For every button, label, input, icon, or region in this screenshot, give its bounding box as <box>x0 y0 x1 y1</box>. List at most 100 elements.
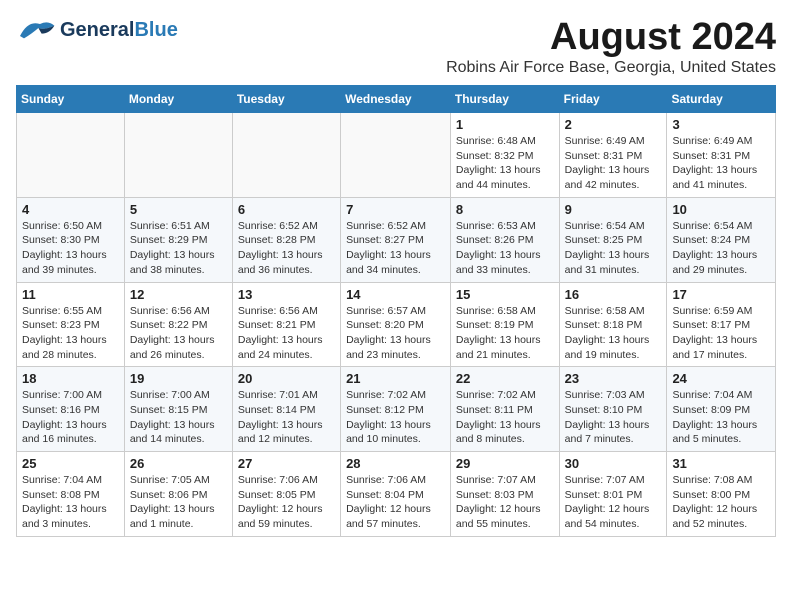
calendar-cell: 26 Sunrise: 7:05 AM Sunset: 8:06 PM Dayli… <box>124 452 232 537</box>
day-info: Sunrise: 6:50 AM Sunset: 8:30 PM Dayligh… <box>22 219 119 278</box>
day-number: 3 <box>672 117 770 132</box>
weekday-wednesday: Wednesday <box>341 86 451 113</box>
calendar-cell: 28Sunrise: 7:06 AM Sunset: 8:04 PM Dayli… <box>341 452 451 537</box>
weekday-friday: Friday <box>559 86 667 113</box>
day-number: 19 <box>130 371 227 386</box>
calendar-cell <box>341 113 451 198</box>
calendar-cell: 21Sunrise: 7:02 AM Sunset: 8:12 PM Dayli… <box>341 367 451 452</box>
day-info: Sunrise: 6:52 AM Sunset: 8:27 PM Dayligh… <box>346 219 445 278</box>
day-number: 11 <box>22 287 119 302</box>
day-info: Sunrise: 6:54 AM Sunset: 8:25 PM Dayligh… <box>565 219 662 278</box>
day-number: 7 <box>346 202 445 217</box>
week-row-2: 4Sunrise: 6:50 AM Sunset: 8:30 PM Daylig… <box>17 197 776 282</box>
logo-blue: Blue <box>134 19 177 42</box>
calendar-cell: 24 Sunrise: 7:04 AM Sunset: 8:09 PM Dayli… <box>667 367 776 452</box>
day-info: Sunrise: 6:57 AM Sunset: 8:20 PM Dayligh… <box>346 304 445 363</box>
weekday-header-row: SundayMondayTuesdayWednesdayThursdayFrid… <box>17 86 776 113</box>
calendar-cell: 11 Sunrise: 6:55 AM Sunset: 8:23 PM Dayli… <box>17 282 125 367</box>
day-info: Sunrise: 6:56 AM Sunset: 8:22 PM Dayligh… <box>130 304 227 363</box>
calendar-cell: 31 Sunrise: 7:08 AM Sunset: 8:00 PM Dayli… <box>667 452 776 537</box>
day-number: 10 <box>672 202 770 217</box>
day-info: Sunrise: 7:08 AM Sunset: 8:00 PM Dayligh… <box>672 473 770 532</box>
day-info: Sunrise: 6:58 AM Sunset: 8:19 PM Dayligh… <box>456 304 554 363</box>
calendar-cell: 20 Sunrise: 7:01 AM Sunset: 8:14 PM Dayli… <box>232 367 340 452</box>
day-number: 15 <box>456 287 554 302</box>
weekday-monday: Monday <box>124 86 232 113</box>
calendar-cell: 4Sunrise: 6:50 AM Sunset: 8:30 PM Daylig… <box>17 197 125 282</box>
day-number: 29 <box>456 456 554 471</box>
title-section: August 2024 Robins Air Force Base, Georg… <box>446 16 776 77</box>
calendar-cell: 22Sunrise: 7:02 AM Sunset: 8:11 PM Dayli… <box>450 367 559 452</box>
logo-icon <box>16 16 56 44</box>
day-info: Sunrise: 7:02 AM Sunset: 8:12 PM Dayligh… <box>346 388 445 447</box>
logo-general: General <box>60 19 134 42</box>
calendar-cell: 9 Sunrise: 6:54 AM Sunset: 8:25 PM Daylig… <box>559 197 667 282</box>
day-number: 17 <box>672 287 770 302</box>
page-header: General Blue August 2024 Robins Air Forc… <box>16 16 776 77</box>
day-number: 30 <box>565 456 662 471</box>
day-info: Sunrise: 7:06 AM Sunset: 8:04 PM Dayligh… <box>346 473 445 532</box>
weekday-saturday: Saturday <box>667 86 776 113</box>
calendar-cell: 8Sunrise: 6:53 AM Sunset: 8:26 PM Daylig… <box>450 197 559 282</box>
day-info: Sunrise: 7:07 AM Sunset: 8:03 PM Dayligh… <box>456 473 554 532</box>
calendar-cell: 29 Sunrise: 7:07 AM Sunset: 8:03 PM Dayli… <box>450 452 559 537</box>
day-info: Sunrise: 7:01 AM Sunset: 8:14 PM Dayligh… <box>238 388 335 447</box>
calendar-cell: 30 Sunrise: 7:07 AM Sunset: 8:01 PM Dayli… <box>559 452 667 537</box>
day-number: 9 <box>565 202 662 217</box>
day-info: Sunrise: 6:52 AM Sunset: 8:28 PM Dayligh… <box>238 219 335 278</box>
calendar-cell: 10 Sunrise: 6:54 AM Sunset: 8:24 PM Dayli… <box>667 197 776 282</box>
day-number: 2 <box>565 117 662 132</box>
day-info: Sunrise: 6:58 AM Sunset: 8:18 PM Dayligh… <box>565 304 662 363</box>
calendar-body: 1 Sunrise: 6:48 AM Sunset: 8:32 PM Daylig… <box>17 113 776 537</box>
day-number: 23 <box>565 371 662 386</box>
calendar-cell <box>232 113 340 198</box>
calendar-cell: 19 Sunrise: 7:00 AM Sunset: 8:15 PM Dayli… <box>124 367 232 452</box>
day-number: 6 <box>238 202 335 217</box>
week-row-4: 18Sunrise: 7:00 AM Sunset: 8:16 PM Dayli… <box>17 367 776 452</box>
day-info: Sunrise: 6:55 AM Sunset: 8:23 PM Dayligh… <box>22 304 119 363</box>
day-info: Sunrise: 6:56 AM Sunset: 8:21 PM Dayligh… <box>238 304 335 363</box>
calendar-cell: 17 Sunrise: 6:59 AM Sunset: 8:17 PM Dayli… <box>667 282 776 367</box>
day-info: Sunrise: 7:04 AM Sunset: 8:09 PM Dayligh… <box>672 388 770 447</box>
week-row-3: 11 Sunrise: 6:55 AM Sunset: 8:23 PM Dayli… <box>17 282 776 367</box>
day-info: Sunrise: 6:53 AM Sunset: 8:26 PM Dayligh… <box>456 219 554 278</box>
calendar-cell <box>17 113 125 198</box>
day-info: Sunrise: 6:49 AM Sunset: 8:31 PM Dayligh… <box>565 134 662 193</box>
day-info: Sunrise: 6:59 AM Sunset: 8:17 PM Dayligh… <box>672 304 770 363</box>
day-info: Sunrise: 6:48 AM Sunset: 8:32 PM Dayligh… <box>456 134 554 193</box>
day-info: Sunrise: 7:04 AM Sunset: 8:08 PM Dayligh… <box>22 473 119 532</box>
calendar-table: SundayMondayTuesdayWednesdayThursdayFrid… <box>16 85 776 537</box>
calendar-cell: 16 Sunrise: 6:58 AM Sunset: 8:18 PM Dayli… <box>559 282 667 367</box>
day-number: 31 <box>672 456 770 471</box>
calendar-cell: 15 Sunrise: 6:58 AM Sunset: 8:19 PM Dayli… <box>450 282 559 367</box>
day-number: 12 <box>130 287 227 302</box>
calendar-cell: 25 Sunrise: 7:04 AM Sunset: 8:08 PM Dayli… <box>17 452 125 537</box>
day-number: 24 <box>672 371 770 386</box>
day-info: Sunrise: 7:06 AM Sunset: 8:05 PM Dayligh… <box>238 473 335 532</box>
day-number: 13 <box>238 287 335 302</box>
day-number: 16 <box>565 287 662 302</box>
calendar-cell: 7 Sunrise: 6:52 AM Sunset: 8:27 PM Daylig… <box>341 197 451 282</box>
day-info: Sunrise: 7:03 AM Sunset: 8:10 PM Dayligh… <box>565 388 662 447</box>
day-number: 27 <box>238 456 335 471</box>
calendar-cell: 27 Sunrise: 7:06 AM Sunset: 8:05 PM Dayli… <box>232 452 340 537</box>
calendar-cell: 23 Sunrise: 7:03 AM Sunset: 8:10 PM Dayli… <box>559 367 667 452</box>
calendar-cell: 2 Sunrise: 6:49 AM Sunset: 8:31 PM Daylig… <box>559 113 667 198</box>
month-title: August 2024 <box>446 16 776 59</box>
day-info: Sunrise: 6:54 AM Sunset: 8:24 PM Dayligh… <box>672 219 770 278</box>
day-number: 20 <box>238 371 335 386</box>
week-row-1: 1 Sunrise: 6:48 AM Sunset: 8:32 PM Daylig… <box>17 113 776 198</box>
calendar-cell: 12 Sunrise: 6:56 AM Sunset: 8:22 PM Dayli… <box>124 282 232 367</box>
calendar-cell: 13 Sunrise: 6:56 AM Sunset: 8:21 PM Dayli… <box>232 282 340 367</box>
day-number: 18 <box>22 371 119 386</box>
day-info: Sunrise: 7:07 AM Sunset: 8:01 PM Dayligh… <box>565 473 662 532</box>
day-number: 22 <box>456 371 554 386</box>
day-info: Sunrise: 6:49 AM Sunset: 8:31 PM Dayligh… <box>672 134 770 193</box>
day-number: 25 <box>22 456 119 471</box>
day-number: 14 <box>346 287 445 302</box>
day-info: Sunrise: 6:51 AM Sunset: 8:29 PM Dayligh… <box>130 219 227 278</box>
day-info: Sunrise: 7:05 AM Sunset: 8:06 PM Dayligh… <box>130 473 227 532</box>
day-info: Sunrise: 7:00 AM Sunset: 8:15 PM Dayligh… <box>130 388 227 447</box>
day-number: 26 <box>130 456 227 471</box>
day-number: 1 <box>456 117 554 132</box>
